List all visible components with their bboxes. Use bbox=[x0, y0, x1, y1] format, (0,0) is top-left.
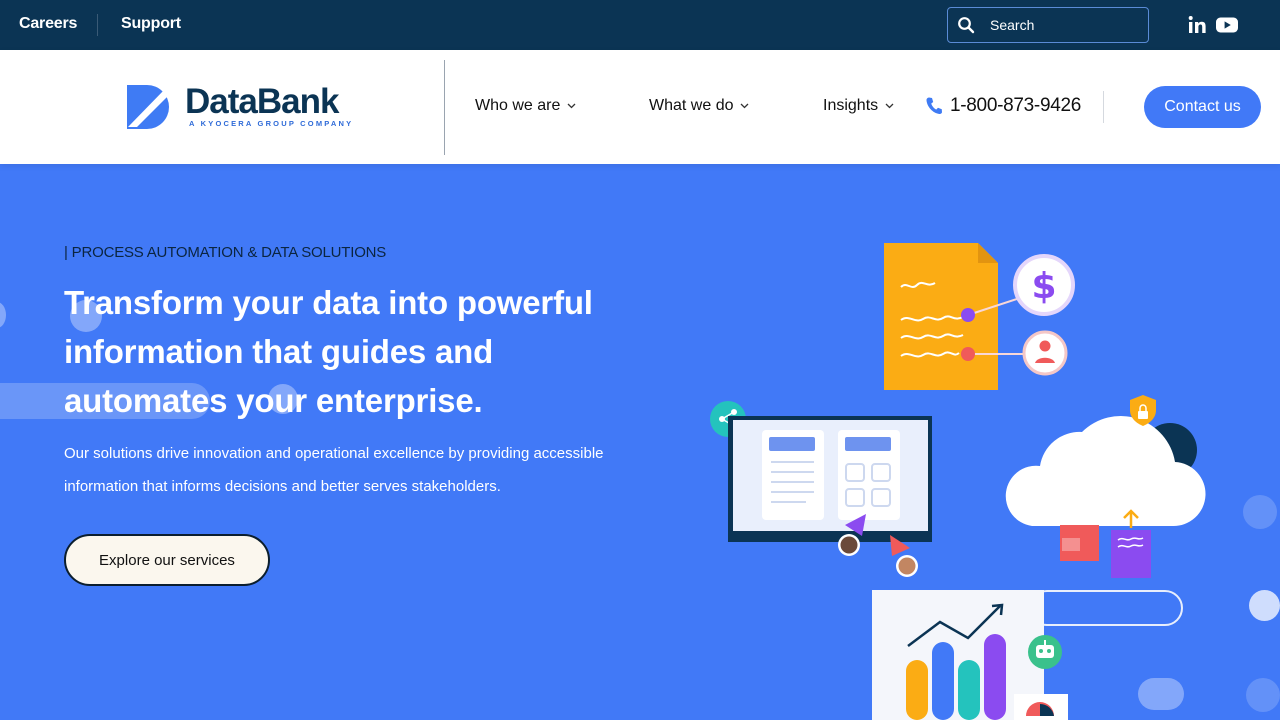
search-icon bbox=[958, 17, 975, 34]
logo-tagline: A KYOCERA GROUP COMPANY bbox=[189, 119, 354, 128]
chevron-down-icon bbox=[885, 103, 894, 109]
nav-what-we-do-label: What we do bbox=[649, 97, 734, 114]
contact-us-button[interactable]: Contact us bbox=[1144, 86, 1261, 128]
logo-name: DataBank bbox=[185, 82, 339, 121]
phone-number: 1-800-873-9426 bbox=[950, 95, 1082, 116]
hero-headline: Transform your data into powerful inform… bbox=[64, 284, 593, 419]
svg-text:$: $ bbox=[1031, 266, 1056, 307]
chart-illustration bbox=[872, 590, 1068, 720]
connector-pill-shape bbox=[1029, 590, 1183, 626]
topbar-divider bbox=[97, 14, 98, 36]
dashboard-illustration bbox=[728, 416, 932, 577]
dollar-icon: $ bbox=[1013, 254, 1075, 316]
header-divider-2 bbox=[1103, 91, 1104, 123]
nav-who-we-are-label: Who we are bbox=[475, 97, 561, 114]
phone-link[interactable]: 1-800-873-9426 bbox=[925, 95, 1081, 117]
user-icon bbox=[1022, 330, 1068, 376]
explore-services-button[interactable]: Explore our services bbox=[64, 534, 270, 586]
decor-pill-shape bbox=[1138, 678, 1184, 710]
chevron-down-icon bbox=[567, 103, 576, 109]
main-header: DataBank A KYOCERA GROUP COMPANY Who we … bbox=[0, 50, 1280, 164]
nav-insights[interactable]: Insights bbox=[823, 97, 894, 115]
linkedin-icon[interactable] bbox=[1187, 14, 1209, 36]
hero-description: Our solutions drive innovation and opera… bbox=[64, 445, 604, 495]
document-illustration bbox=[884, 243, 1024, 390]
header-divider bbox=[444, 60, 445, 155]
hero-eyebrow: | PROCESS AUTOMATION & DATA SOLUTIONS bbox=[64, 244, 387, 261]
nav-insights-label: Insights bbox=[823, 97, 879, 114]
logo-mark-icon bbox=[127, 85, 169, 129]
search-input[interactable] bbox=[990, 14, 1140, 36]
cloud-illustration bbox=[1005, 395, 1206, 578]
youtube-icon[interactable] bbox=[1215, 14, 1239, 36]
phone-icon bbox=[926, 97, 942, 115]
nav-what-we-do[interactable]: What we do bbox=[649, 97, 749, 115]
top-utility-bar: Careers Support bbox=[0, 0, 1280, 50]
decor-dot bbox=[0, 302, 6, 328]
support-link[interactable]: Support bbox=[121, 15, 181, 33]
careers-link[interactable]: Careers bbox=[19, 15, 77, 33]
search-box[interactable] bbox=[947, 7, 1149, 43]
chevron-down-icon bbox=[741, 103, 749, 109]
hero-illustration: $ bbox=[710, 243, 1206, 720]
nav-who-we-are[interactable]: Who we are bbox=[475, 97, 576, 115]
databank-logo[interactable]: DataBank A KYOCERA GROUP COMPANY bbox=[127, 82, 367, 135]
